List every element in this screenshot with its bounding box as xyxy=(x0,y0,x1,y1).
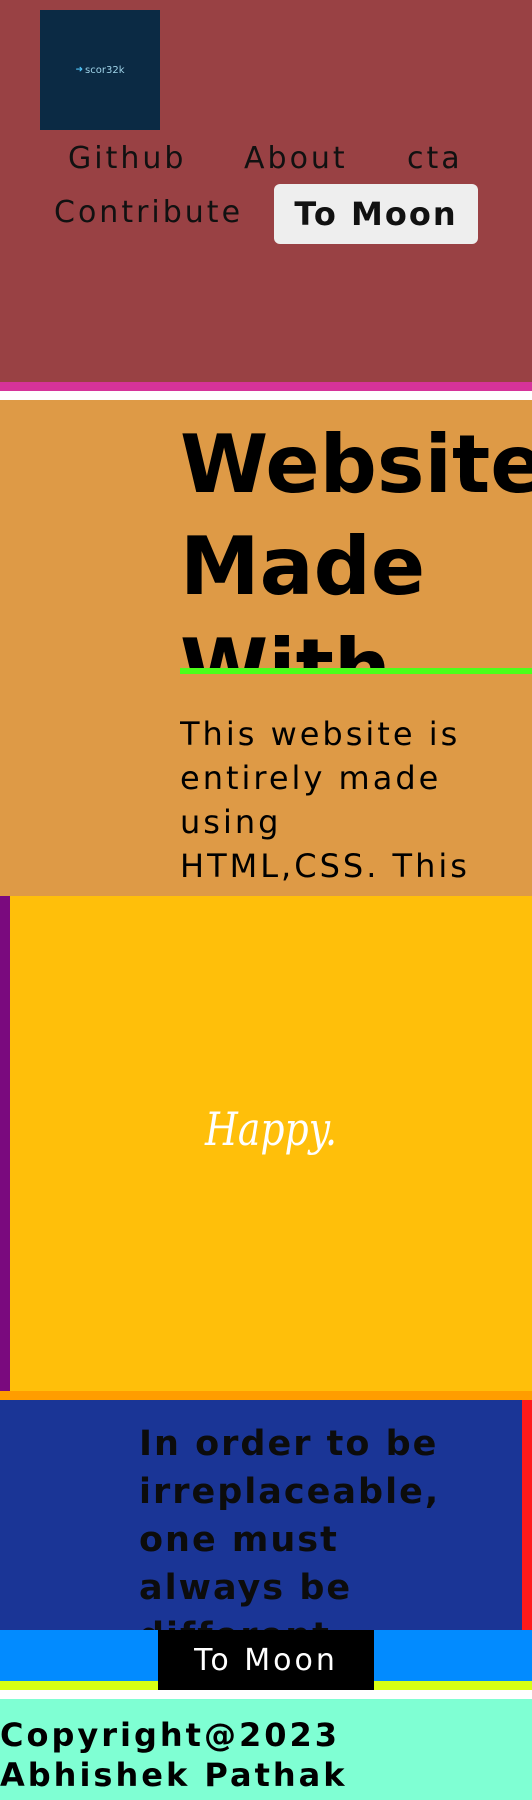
site-footer: Copyright@2023 Abhishek Pathak xyxy=(0,1699,532,1800)
to-moon-button[interactable]: To Moon xyxy=(274,184,478,244)
site-header: ➜ scor32k Github About cta Contribute To… xyxy=(0,0,532,391)
nav-link-contribute[interactable]: Contribute xyxy=(54,195,243,230)
bottom-bar: To Moon xyxy=(0,1630,532,1690)
nav-link-cta[interactable]: cta xyxy=(407,141,463,176)
quote-section: In order to be irreplaceable, one must a… xyxy=(0,1400,532,1656)
logo-text: scor32k xyxy=(85,64,125,76)
quote-text: In order to be irreplaceable, one must a… xyxy=(139,1424,441,1656)
copyright-text: Copyright@2023 Abhishek Pathak xyxy=(0,1716,348,1794)
happy-label: Happy. xyxy=(205,1102,337,1156)
nav-link-github[interactable]: Github xyxy=(68,141,186,176)
nav-link-about[interactable]: About xyxy=(244,141,348,176)
arrow-icon: ➜ xyxy=(75,65,84,75)
logo[interactable]: ➜ scor32k xyxy=(40,10,160,130)
hero-section: Website Made With HTML CSS This website … xyxy=(0,400,532,896)
bottom-to-moon-button[interactable]: To Moon xyxy=(158,1630,374,1690)
happy-section: Happy. xyxy=(0,896,532,1391)
section-divider xyxy=(0,1391,532,1400)
hero-title: Website Made With HTML CSS xyxy=(180,414,532,674)
hero-description: This website is entirely made using HTML… xyxy=(180,715,470,896)
